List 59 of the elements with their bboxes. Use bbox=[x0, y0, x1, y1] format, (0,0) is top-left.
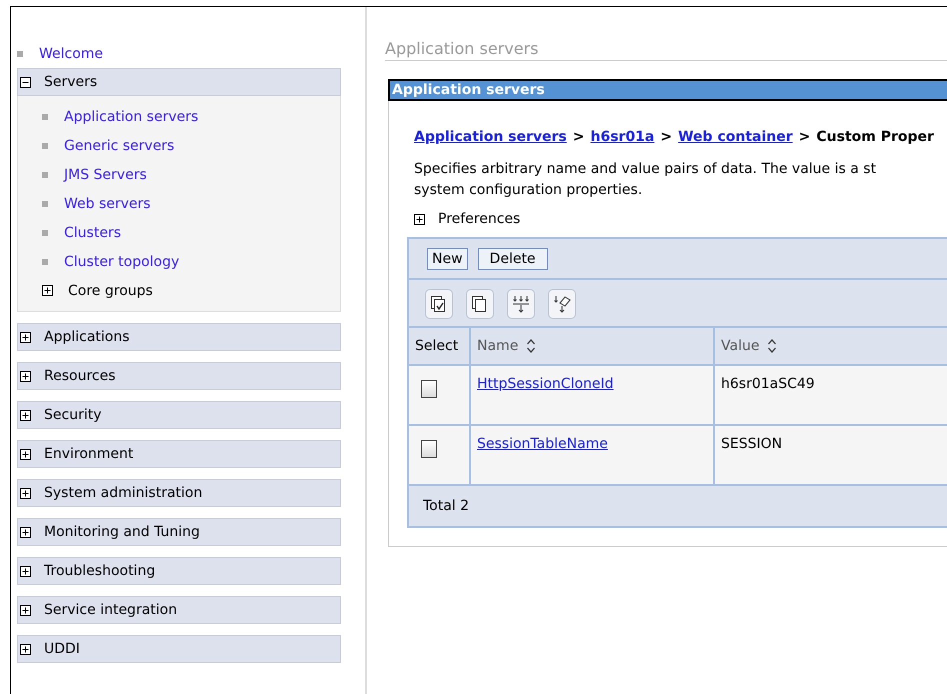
nav-section-header[interactable]: Service integration bbox=[17, 596, 341, 624]
breadcrumb-separator: > bbox=[798, 129, 810, 145]
plus-box-icon[interactable] bbox=[414, 214, 425, 224]
breadcrumb-link[interactable]: Web container bbox=[678, 129, 793, 145]
eraser-icon bbox=[552, 294, 572, 314]
total-count: Total 2 bbox=[423, 498, 470, 514]
nav-group-item[interactable]: Core groups bbox=[68, 282, 153, 298]
bullet-icon bbox=[42, 200, 48, 206]
plus-box-icon[interactable] bbox=[42, 285, 53, 296]
row-checkbox[interactable] bbox=[421, 440, 437, 458]
breadcrumb-link[interactable]: Application servers bbox=[414, 129, 567, 145]
column-header[interactable]: Name bbox=[470, 328, 714, 365]
nav-section-header[interactable]: Troubleshooting bbox=[17, 557, 341, 585]
nav-section-header[interactable]: Resources bbox=[17, 362, 341, 390]
column-header[interactable]: Select bbox=[409, 328, 470, 365]
toolbar-button[interactable] bbox=[466, 289, 494, 319]
row-checkbox[interactable] bbox=[421, 380, 437, 398]
property-value: SESSION bbox=[721, 436, 782, 452]
nav-section-header[interactable]: Servers bbox=[17, 68, 341, 96]
bullet-icon bbox=[42, 114, 48, 120]
panel-title-bar: Application servers bbox=[388, 79, 947, 101]
breadcrumb-separator: > bbox=[572, 129, 584, 145]
new-button[interactable]: New bbox=[427, 248, 468, 270]
nav-section-header[interactable]: Environment bbox=[17, 440, 341, 468]
nav-section-header[interactable]: Monitoring and Tuning bbox=[17, 518, 341, 546]
toolbar-button[interactable] bbox=[425, 289, 453, 319]
bullet-icon bbox=[42, 258, 48, 264]
bullet-icon bbox=[17, 51, 23, 57]
delete-button[interactable]: Delete bbox=[478, 248, 548, 270]
bullet-icon bbox=[42, 230, 48, 236]
nav-link[interactable]: JMS Servers bbox=[64, 166, 147, 182]
breadcrumb-separator: > bbox=[660, 129, 672, 145]
sort-icon[interactable] bbox=[767, 338, 778, 354]
bullet-icon bbox=[42, 142, 48, 148]
nav-section-header[interactable]: UDDI bbox=[17, 635, 341, 663]
property-name-link[interactable]: HttpSessionCloneId bbox=[477, 376, 614, 392]
nav-link[interactable]: Generic servers bbox=[64, 138, 174, 154]
nav-link[interactable]: Cluster topology bbox=[64, 254, 180, 270]
property-name-link[interactable]: SessionTableName bbox=[477, 436, 608, 452]
property-value: h6sr01aSC49 bbox=[721, 376, 815, 392]
description-text: system configuration properties. bbox=[414, 181, 644, 200]
nav-link[interactable]: Application servers bbox=[64, 108, 198, 124]
column-header[interactable]: Value bbox=[714, 328, 947, 365]
toolbar-button[interactable] bbox=[507, 289, 535, 319]
filter-arrows-icon bbox=[511, 294, 531, 314]
nav-link[interactable]: Clusters bbox=[64, 224, 121, 240]
nav-section-header[interactable]: System administration bbox=[17, 479, 341, 507]
breadcrumb-current: Custom Proper bbox=[816, 129, 934, 145]
breadcrumb-link[interactable]: h6sr01a bbox=[590, 129, 654, 145]
nav-link[interactable]: Web servers bbox=[64, 196, 151, 212]
nav-section-header[interactable]: Security bbox=[17, 401, 341, 429]
welcome-link[interactable]: Welcome bbox=[39, 46, 104, 62]
nav-section-header[interactable]: Applications bbox=[17, 323, 341, 351]
preferences-label[interactable]: Preferences bbox=[438, 211, 520, 227]
sort-icon[interactable] bbox=[526, 338, 536, 354]
toolbar-button[interactable] bbox=[548, 289, 576, 319]
bullet-icon bbox=[42, 172, 48, 178]
description-text: Specifies arbitrary name and value pairs of data. The value is a st bbox=[414, 160, 878, 179]
page-title: Application servers bbox=[385, 39, 947, 61]
